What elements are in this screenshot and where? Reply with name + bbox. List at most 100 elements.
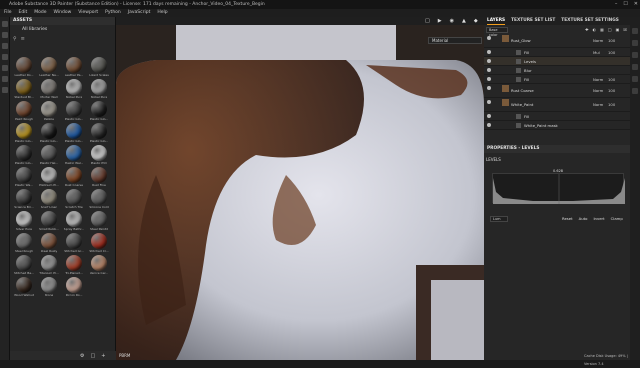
- material-thumbnail[interactable]: Plastic Glo...: [12, 145, 36, 166]
- close-button[interactable]: ✕: [634, 0, 638, 9]
- visibility-icon[interactable]: [487, 123, 491, 127]
- material-thumbnail[interactable]: Wood Walnut: [12, 277, 36, 298]
- clone-tool-icon[interactable]: [2, 76, 8, 82]
- material-thumbnail[interactable]: Stitched Cr...: [87, 233, 111, 254]
- material-thumbnail[interactable]: Plastic Wal...: [62, 145, 86, 166]
- material-thumbnail[interactable]: Silicone Cold: [87, 189, 111, 210]
- display-icon[interactable]: [632, 52, 638, 58]
- add-effect-icon[interactable]: ✚: [585, 27, 588, 32]
- layer-row[interactable]: White_Paint Norm 100: [484, 98, 630, 112]
- material-thumbnail[interactable]: Venice Cer...: [87, 255, 111, 276]
- polygon-fill-icon[interactable]: [2, 54, 8, 60]
- menu-viewport[interactable]: Viewport: [78, 9, 98, 17]
- levels-channel-select[interactable]: Lum: [490, 216, 508, 222]
- material-thumbnail[interactable]: Plastic Glo...: [87, 101, 111, 122]
- layer-opacity[interactable]: 100: [608, 98, 615, 112]
- camera-icon[interactable]: □: [425, 18, 430, 24]
- tab-texture-set-list[interactable]: TEXTURE SET LIST: [511, 17, 555, 25]
- material-thumbnail[interactable]: Pebble: [37, 101, 61, 122]
- material-thumbnail[interactable]: Plastic Glo...: [62, 123, 86, 144]
- library-label[interactable]: All libraries: [10, 25, 115, 34]
- material-thumbnail[interactable]: Rust Coarse: [62, 167, 86, 188]
- material-thumbnail[interactable]: Leather Na...: [37, 57, 61, 78]
- reset-button[interactable]: Reset: [562, 216, 573, 221]
- menu-file[interactable]: File: [4, 9, 12, 17]
- material-thumbnail[interactable]: Small Rubb...: [37, 211, 61, 232]
- add-layer-icon[interactable]: □: [608, 27, 612, 32]
- material-thumbnail[interactable]: Nickel Pure: [87, 79, 111, 100]
- material-thumbnail[interactable]: Silver Pure: [12, 211, 36, 232]
- visibility-icon[interactable]: [487, 114, 491, 118]
- material-thumbnail[interactable]: Plastic Glo...: [62, 101, 86, 122]
- clamp-checkbox[interactable]: Clamp: [611, 216, 623, 221]
- paint-tool-icon[interactable]: [2, 21, 8, 27]
- smudge-tool-icon[interactable]: [2, 65, 8, 71]
- material-thumbnail[interactable]: Titanium Pl...: [37, 255, 61, 276]
- eraser-tool-icon[interactable]: [2, 32, 8, 38]
- levels-histogram[interactable]: [492, 173, 625, 204]
- add-mask-icon[interactable]: ◐: [593, 27, 597, 32]
- shader-icon[interactable]: [632, 64, 638, 70]
- menu-edit[interactable]: Edit: [19, 9, 28, 17]
- material-thumbnail[interactable]: Rust Fine: [87, 167, 111, 188]
- render-icon[interactable]: ▶: [438, 18, 442, 24]
- layer-blend-mode[interactable]: Norm: [593, 75, 603, 84]
- visibility-icon[interactable]: [487, 59, 491, 63]
- auto-button[interactable]: Auto: [579, 216, 588, 221]
- material-thumbnail[interactable]: Tri-Planed...: [62, 255, 86, 276]
- layer-blend-mode[interactable]: Mul: [593, 48, 600, 57]
- filter-icon[interactable]: ≡: [21, 36, 25, 42]
- material-thumbnail[interactable]: Steel Rusty: [37, 233, 61, 254]
- maximize-button[interactable]: ☐: [623, 0, 627, 9]
- settings-icon[interactable]: ⚙: [80, 353, 84, 359]
- material-thumbnail[interactable]: Plastic Glo...: [37, 123, 61, 144]
- layer-row[interactable]: White_Paint mask: [484, 121, 630, 130]
- visibility-icon[interactable]: [487, 36, 491, 40]
- layer-opacity[interactable]: 100: [608, 84, 615, 98]
- material-thumbnail[interactable]: Lizard Scales: [87, 57, 111, 78]
- share-icon[interactable]: ◆: [474, 18, 478, 24]
- tab-texture-set-settings[interactable]: TEXTURE SET SETTINGS: [561, 17, 619, 25]
- layer-blend-mode[interactable]: Norm: [593, 34, 603, 48]
- minimize-button[interactable]: –: [615, 0, 618, 9]
- tab-layers[interactable]: LAYERS: [487, 17, 506, 25]
- menu-window[interactable]: Window: [54, 9, 72, 17]
- material-thumbnail[interactable]: Scarf Linen: [37, 189, 61, 210]
- material-thumbnail[interactable]: Plastic Glo...: [12, 123, 36, 144]
- log-icon[interactable]: [632, 88, 638, 94]
- layer-row[interactable]: Levels: [484, 57, 630, 66]
- visibility-icon[interactable]: [487, 100, 491, 104]
- layer-blend-mode[interactable]: Norm: [593, 84, 603, 98]
- layer-row[interactable]: Blur: [484, 66, 630, 75]
- layer-opacity[interactable]: 100: [608, 48, 615, 57]
- layer-row[interactable]: Fill Mul 100: [484, 48, 630, 57]
- menu-help[interactable]: Help: [157, 9, 167, 17]
- add-folder-icon[interactable]: ▣: [616, 27, 620, 32]
- material-thumbnail[interactable]: Plastic PVC: [87, 145, 111, 166]
- material-thumbnail[interactable]: Spray Bathr...: [62, 211, 86, 232]
- material-thumbnail[interactable]: Plastic Hel...: [37, 145, 61, 166]
- layer-opacity[interactable]: 100: [608, 34, 615, 48]
- add-icon[interactable]: +: [101, 353, 105, 359]
- screenshot-icon[interactable]: ◉: [450, 18, 454, 24]
- delete-icon[interactable]: ☒: [623, 27, 627, 32]
- material-thumbnail[interactable]: Steel Rough: [12, 233, 36, 254]
- material-thumbnail[interactable]: Scratch Tile: [62, 189, 86, 210]
- viewport-footer-label[interactable]: PBRM: [119, 352, 130, 360]
- 3d-viewport[interactable]: Material PBRM: [116, 25, 484, 360]
- material-thumbnail[interactable]: Zircon Ro...: [62, 277, 86, 298]
- material-thumbnail[interactable]: Stitched Be...: [12, 255, 36, 276]
- layer-row[interactable]: Fill: [484, 112, 630, 121]
- material-thumbnail[interactable]: Stardust Bl...: [12, 79, 36, 100]
- layer-row[interactable]: Rust_Glow Norm 100: [484, 34, 630, 48]
- material-thumbnail[interactable]: Stitched Gr...: [62, 233, 86, 254]
- layer-row[interactable]: Fill Norm 100: [484, 75, 630, 84]
- material-thumbnail[interactable]: Leather Ro...: [12, 57, 36, 78]
- layers-icon[interactable]: [632, 28, 638, 34]
- menu-javascript[interactable]: JavaScript: [128, 9, 151, 17]
- texture-icon[interactable]: [632, 40, 638, 46]
- visibility-icon[interactable]: [487, 86, 491, 90]
- material-thumbnail[interactable]: Nickel Pure: [62, 79, 86, 100]
- viewport-mode-select[interactable]: Material: [428, 37, 482, 44]
- add-fill-icon[interactable]: ▦: [600, 27, 604, 32]
